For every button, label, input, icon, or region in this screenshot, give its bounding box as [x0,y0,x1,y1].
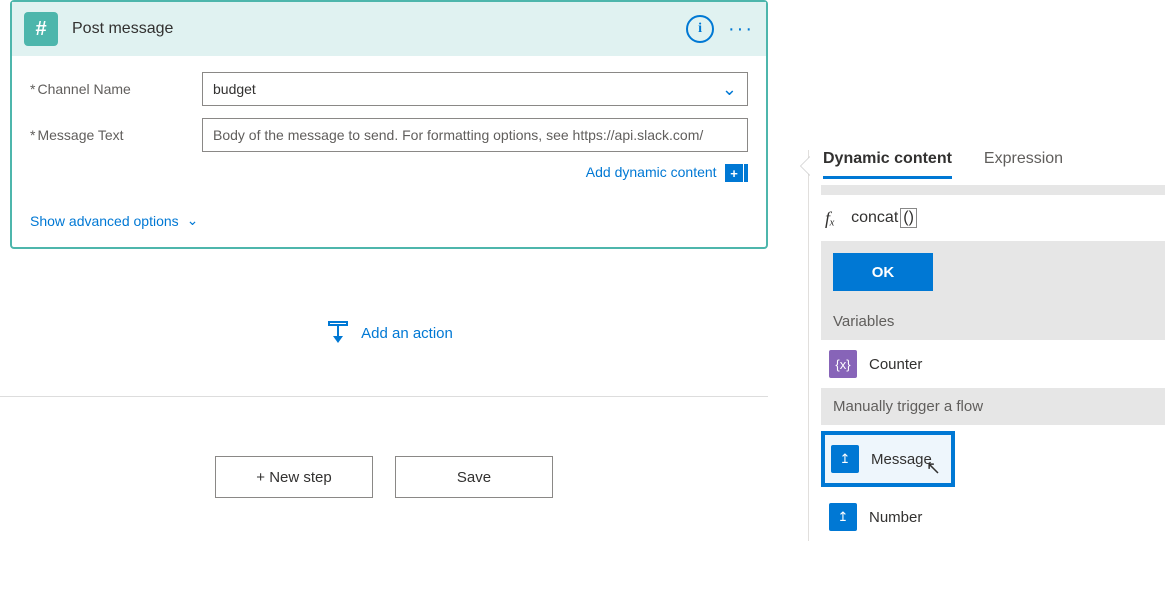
card-title: Post message [72,20,686,38]
panel-tabs: Dynamic content Expression [821,150,1165,185]
variable-label: Counter [869,356,922,373]
add-action-button[interactable]: Add an action [325,320,453,346]
channel-name-label: Channel Name [30,81,202,97]
message-text-label: Message Text [30,127,202,143]
cursor-icon: ↖ [926,458,941,479]
card-body: Channel Name budget ⌄ Message Text Add d… [12,56,766,247]
new-step-button[interactable]: + New step [215,456,373,498]
footer-buttons: + New step Save [0,456,768,498]
add-dynamic-content-link[interactable]: Add dynamic content [586,164,717,180]
channel-name-row: Channel Name budget ⌄ [30,72,748,106]
divider [0,396,768,397]
ok-button[interactable]: OK [833,253,933,291]
add-action-icon [325,320,351,346]
trigger-number[interactable]: ↥ Number [821,493,1165,541]
save-button[interactable]: Save [395,456,553,498]
channel-name-select[interactable]: budget ⌄ [202,72,748,106]
add-action-row: Add an action [10,320,768,351]
param-icon: ↥ [831,445,859,473]
expression-text: concat() [851,208,917,228]
message-text-row: Message Text [30,118,748,152]
section-variables: Variables [821,303,1165,340]
variable-icon: {x} [829,350,857,378]
dynamic-content-panel: Dynamic content Expression fₓ concat() O… [808,150,1165,541]
post-message-card: # Post message i ··· Channel Name budget… [10,0,768,249]
graybar [821,185,1165,195]
fx-icon: fₓ [825,208,835,229]
message-text-input[interactable] [202,118,748,152]
channel-name-value: budget [213,81,256,97]
section-trigger: Manually trigger a flow [821,388,1165,425]
dynamic-pipe-icon [744,164,748,182]
trigger-label: Number [869,509,922,526]
info-icon[interactable]: i [686,15,714,43]
dynamic-plus-icon[interactable]: + [725,164,743,182]
chevron-down-icon: ⌄ [722,79,737,100]
channel-name-field[interactable]: budget ⌄ [202,72,748,106]
expression-input-row[interactable]: fₓ concat() [821,195,1165,241]
param-icon: ↥ [829,503,857,531]
highlighted-item: ↥ Message ↖ [821,431,955,487]
chevron-down-icon: ⌄ [187,212,199,229]
slack-icon: # [24,12,58,46]
add-dynamic-content-row: Add dynamic content + [30,164,748,182]
message-text-field[interactable] [202,118,748,152]
variable-counter[interactable]: {x} Counter [821,340,1165,388]
show-advanced-options[interactable]: Show advanced options ⌄ [30,212,748,229]
tab-expression[interactable]: Expression [984,150,1063,179]
ok-row: OK [821,241,1165,303]
card-header: # Post message i ··· [12,2,766,56]
more-icon[interactable]: ··· [728,18,754,41]
trigger-label: Message [871,451,932,468]
tab-dynamic-content[interactable]: Dynamic content [823,150,952,179]
